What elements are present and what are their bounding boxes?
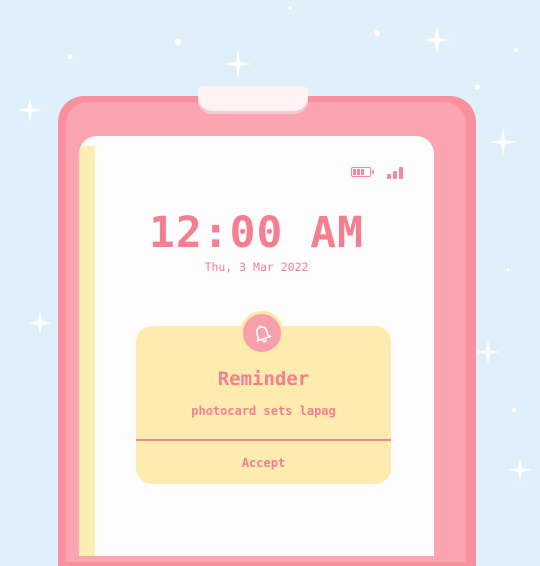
star-dot xyxy=(474,84,480,90)
sparkle xyxy=(224,50,252,78)
accept-button[interactable]: Accept xyxy=(136,442,391,484)
sparkle xyxy=(476,340,500,364)
sparkle xyxy=(18,98,42,122)
star-dot xyxy=(512,408,516,412)
signal-icon xyxy=(387,165,407,179)
sparkle xyxy=(28,311,52,335)
star-dot xyxy=(288,6,292,10)
lock-screen-time: 12:00 AM xyxy=(148,208,365,258)
star-dot xyxy=(374,30,380,36)
phone-screen: 12:00 AM Thu, 3 Mar 2022 Reminder photoc… xyxy=(79,136,434,556)
notification-title: Reminder xyxy=(217,368,310,390)
sparkle xyxy=(508,458,532,482)
sparkle xyxy=(489,128,517,156)
star-dot xyxy=(506,268,510,272)
battery-icon xyxy=(351,167,374,177)
bell-icon-glyph xyxy=(255,325,272,343)
phone-notch xyxy=(198,86,308,114)
star-dot xyxy=(514,48,518,52)
notification-divider xyxy=(136,439,391,441)
sparkle xyxy=(423,26,451,54)
lock-screen-date: Thu, 3 Mar 2022 xyxy=(204,260,309,274)
star-dot xyxy=(67,54,73,60)
notification-message: photocard sets lapag xyxy=(191,404,336,418)
bell-icon xyxy=(240,311,284,355)
battery-level xyxy=(353,169,365,175)
star-dot xyxy=(175,39,181,45)
